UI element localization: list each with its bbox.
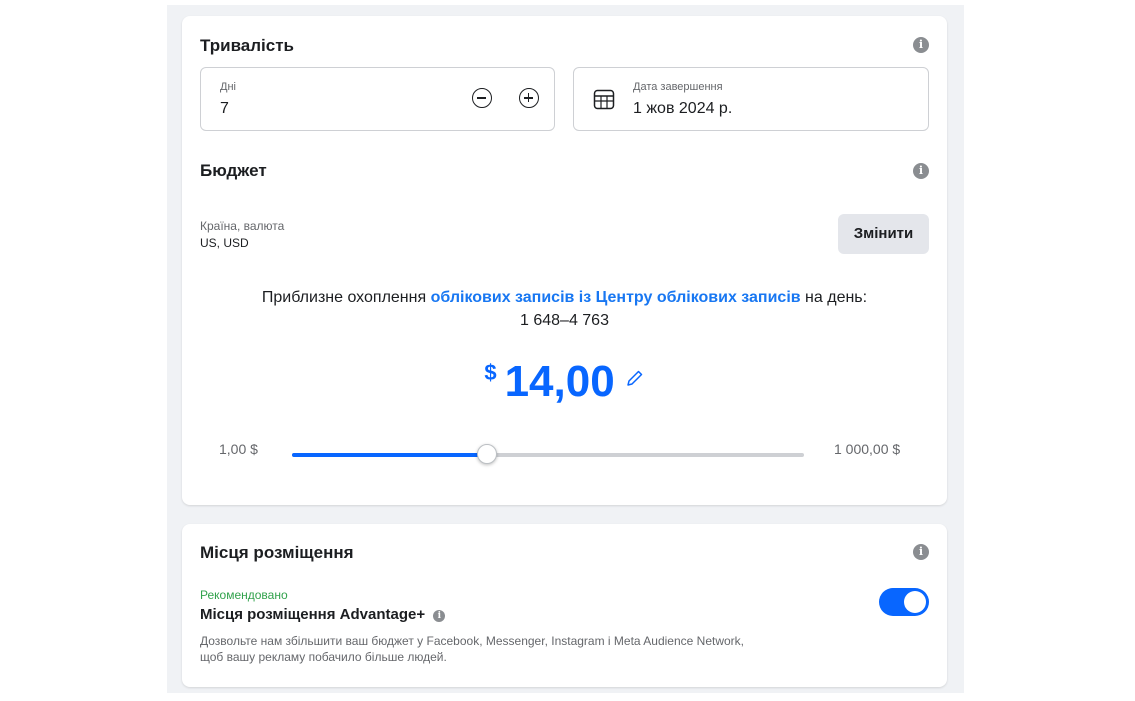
estimated-reach-text: Приблизне охоплення облікових записів із… — [182, 289, 947, 307]
advantage-toggle[interactable] — [879, 588, 929, 616]
end-date-value: 1 жов 2024 р. — [633, 100, 733, 117]
advantage-desc-line: щоб вашу рекламу побачило більше людей. — [200, 650, 447, 664]
daily-budget-display: $14,00 — [182, 354, 947, 414]
placements-card: Місця розміщення i Рекомендовано Місця р… — [182, 524, 947, 687]
reach-prefix: Приблизне охоплення — [261, 289, 431, 306]
accounts-center-link[interactable]: облікових записів із Центру облікових за… — [431, 289, 801, 306]
change-button[interactable]: Змінити — [838, 214, 929, 254]
reach-suffix: на день: — [800, 289, 868, 306]
calendar-icon — [593, 89, 615, 110]
end-date-label: Дата завершення — [633, 81, 723, 93]
duration-budget-card: Тривалість i Дні 7 Дата завершення 1 жов… — [182, 16, 947, 505]
info-icon[interactable]: i — [913, 37, 929, 53]
recommended-label: Рекомендовано — [200, 588, 288, 602]
budget-title: Бюджет — [200, 161, 267, 180]
toggle-knob — [904, 591, 926, 613]
budget-slider[interactable] — [292, 444, 804, 464]
advantage-description: Дозвольте нам збільшити ваш бюджет у Fac… — [200, 633, 900, 665]
country-currency-label: Країна, валюта — [200, 219, 285, 233]
slider-max-label: 1 000,00 $ — [834, 441, 901, 457]
days-field[interactable]: Дні 7 — [200, 67, 555, 131]
slider-fill — [292, 453, 487, 457]
info-icon[interactable]: i — [913, 163, 929, 179]
plus-circle-icon[interactable] — [519, 88, 539, 108]
reach-range: 1 648–4 763 — [520, 312, 609, 329]
minus-circle-icon[interactable] — [472, 88, 492, 108]
slider-min-label: 1,00 $ — [219, 441, 258, 457]
info-icon[interactable]: i — [433, 610, 446, 622]
advantage-placements-title: Місця розміщення Advantage+ i — [200, 606, 446, 623]
country-currency-value: US, USD — [200, 236, 249, 250]
end-date-field[interactable]: Дата завершення 1 жов 2024 р. — [573, 67, 929, 131]
pencil-icon[interactable] — [625, 368, 645, 388]
placements-title: Місця розміщення — [200, 543, 354, 562]
days-label: Дні — [220, 81, 236, 93]
info-icon[interactable]: i — [913, 544, 929, 560]
slider-thumb[interactable] — [476, 444, 497, 464]
days-value[interactable]: 7 — [220, 100, 229, 118]
duration-title: Тривалість — [200, 36, 295, 55]
advantage-title-text: Місця розміщення Advantage+ — [200, 606, 426, 623]
advantage-desc-line: Дозвольте нам збільшити ваш бюджет у Fac… — [200, 634, 744, 648]
currency-symbol: $ — [484, 360, 497, 385]
budget-amount[interactable]: 14,00 — [505, 354, 615, 410]
